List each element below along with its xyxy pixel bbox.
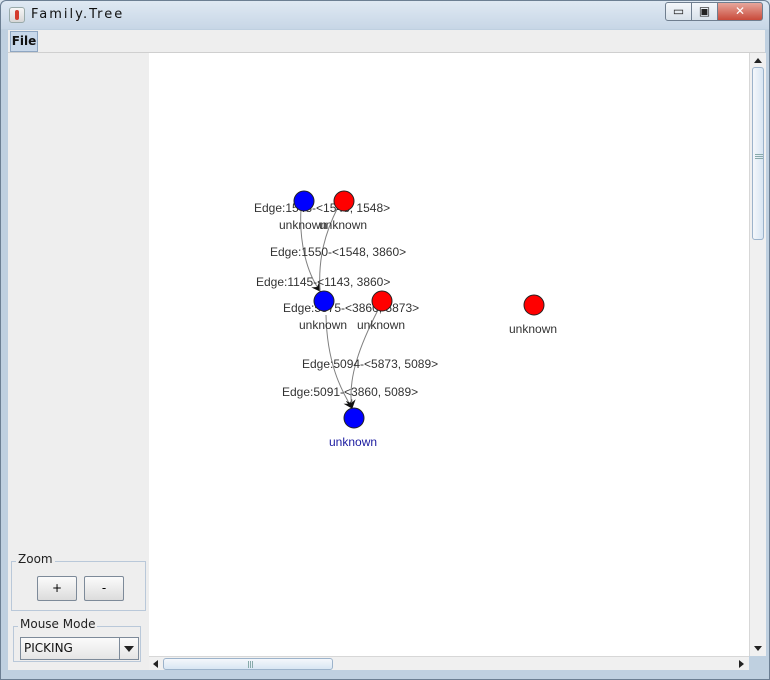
grip-icon [248,661,249,668]
grip-icon [755,154,763,155]
horizontal-scroll-thumb[interactable] [163,658,333,670]
maximize-button[interactable]: ▣ [691,2,718,21]
mouse-mode-select[interactable]: PICKING [20,637,139,660]
horizontal-scrollbar[interactable] [149,656,749,670]
java-app-icon [9,7,25,23]
edge-label[interactable]: Edge:1550-<1548, 3860> [270,245,406,259]
edge-label[interactable]: Edge:5875-<3860, 5873> [283,301,419,315]
minimize-button[interactable]: ▭ [665,2,692,21]
scroll-left-icon[interactable] [149,657,164,671]
node-label: unknown [319,218,367,232]
app-window: Family.Tree ▭ ▣ ✕ File Zoom + - Mouse Mo… [0,0,770,680]
title-bar: Family.Tree ▭ ▣ ✕ [1,1,769,29]
edge-label[interactable]: Edge:1548-<1548, 1548> [254,201,390,215]
control-panel: Zoom + - Mouse Mode PICKING [8,53,149,670]
node-female[interactable] [523,294,545,316]
window-title: Family.Tree [31,7,125,22]
dropdown-arrow-icon[interactable] [119,638,138,659]
vertical-scroll-thumb[interactable] [752,67,764,240]
edge-label[interactable]: Edge:1145-<1143, 3860> [256,275,390,289]
mouse-mode-label: Mouse Mode [18,617,98,631]
node-label: unknown [509,322,557,336]
edge-label[interactable]: Edge:5094-<5873, 5089> [302,357,438,371]
scroll-right-icon[interactable] [734,657,749,671]
close-button[interactable]: ✕ [717,2,763,21]
mouse-mode-group: Mouse Mode PICKING [13,617,141,662]
graph-canvas[interactable]: Edge:1548-<1548, 1548> Edge:1550-<1548, … [149,53,749,656]
graph-svg[interactable]: Edge:1548-<1548, 1548> Edge:1550-<1548, … [149,53,749,656]
node-female[interactable] [371,290,393,312]
node-male[interactable] [313,290,335,312]
zoom-out-button[interactable]: - [84,576,124,601]
scroll-down-icon[interactable] [751,642,766,656]
scroll-up-icon[interactable] [751,53,766,67]
file-menu[interactable]: File [10,31,38,52]
node-label: unknown [357,318,405,332]
edge-label[interactable]: Edge:5091-<3860, 5089> [282,385,418,399]
menu-bar: File [8,30,765,53]
zoom-label: Zoom [16,552,55,566]
node-label: unknown [299,318,347,332]
node-female[interactable] [333,190,355,212]
vertical-scrollbar[interactable] [749,53,766,656]
mouse-mode-value: PICKING [24,641,73,655]
node-male[interactable] [293,190,315,212]
zoom-in-button[interactable]: + [37,576,77,601]
node-label-selected: unknown [329,435,377,449]
node-male-selected[interactable] [343,407,365,429]
zoom-group: Zoom + - [11,552,146,611]
